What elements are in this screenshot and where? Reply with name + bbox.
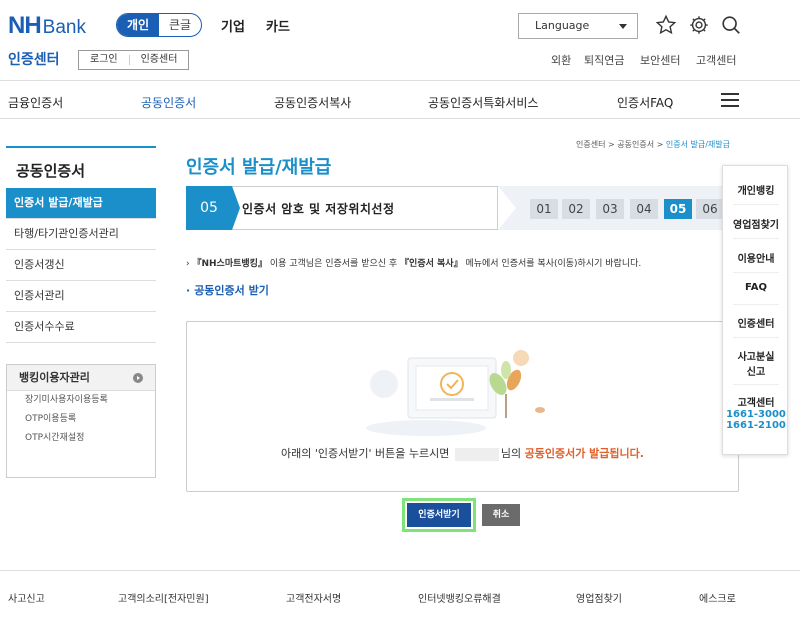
current-step-label: 인증서 암호 및 저장위치선정: [242, 202, 395, 216]
divider: [0, 118, 800, 119]
step-chip: 04: [630, 199, 658, 219]
sidebar-item-other-bank[interactable]: 타행/타기관인증서관리: [6, 219, 156, 250]
quick-faq[interactable]: FAQ: [723, 282, 789, 293]
nav-business[interactable]: 기업: [221, 16, 245, 35]
util-customer[interactable]: 고객센터: [696, 52, 736, 68]
footer-link-branch[interactable]: 영업점찾기: [576, 590, 622, 605]
divider: [733, 337, 779, 338]
step-chip: 02: [562, 199, 590, 219]
cancel-button[interactable]: 취소: [482, 504, 520, 526]
quick-menu: 개인뱅킹 영업점찾기 이용안내 FAQ 인증센터 사고분실 신고 고객센터 16…: [722, 165, 788, 455]
quick-customer-center[interactable]: 고객센터 1661-3000 1661-2100: [723, 394, 789, 431]
notice-text: › 『NH스마트뱅킹』 이용 고객님은 인증서를 받으신 후 『인증서 복사』 …: [186, 259, 642, 269]
box-item-dormant[interactable]: 장기미사용자이용등록: [7, 391, 155, 410]
masked-username: [454, 447, 499, 461]
sidebar-item-manage[interactable]: 인증서관리: [6, 281, 156, 312]
logo-nh: NH: [8, 12, 42, 39]
breadcrumb-current: 인증서 발급/재발급: [665, 140, 730, 149]
mainnav-special-service[interactable]: 공동인증서특화서비스: [428, 94, 538, 111]
box-item-otp-time[interactable]: OTP시간재설정: [7, 429, 155, 448]
phone-2: 1661-2100: [726, 420, 786, 431]
quick-guide[interactable]: 이용안내: [723, 250, 789, 265]
quick-personal-banking[interactable]: 개인뱅킹: [723, 182, 789, 197]
footer-link-esign[interactable]: 고객전자서명: [286, 590, 341, 605]
step-arrow: [232, 186, 240, 230]
nh-bank-logo[interactable]: NH Bank: [8, 12, 86, 39]
step-chip: 01: [530, 199, 558, 219]
search-icon[interactable]: [720, 14, 742, 36]
site-name[interactable]: 인증센터: [8, 49, 60, 69]
language-select[interactable]: Language: [518, 13, 638, 39]
banking-user-box: 뱅킹이용자관리 장기미사용자이용등록 OTP이용등록 OTP시간재설정: [6, 364, 156, 478]
phone-1: 1661-3000: [726, 409, 786, 420]
step-chip: 03: [596, 199, 624, 219]
divider: [733, 238, 779, 239]
divider: [0, 570, 800, 571]
footer-link-escrow[interactable]: 에스크로: [699, 590, 736, 605]
divider: [733, 272, 779, 273]
certificate-illustration-icon: [366, 350, 545, 436]
util-fx[interactable]: 외환: [551, 52, 571, 68]
quick-cert-center[interactable]: 인증센터: [723, 315, 789, 330]
footer-link-voice[interactable]: 고객의소리[전자민원]: [118, 590, 209, 605]
nav-card[interactable]: 카드: [266, 16, 290, 35]
personal-largefont-toggle[interactable]: 개인 큰글: [116, 13, 202, 37]
breadcrumb: 인증센터 > 공동인증서 > 인증서 발급/재발급: [576, 140, 730, 149]
util-pension[interactable]: 퇴직연금: [584, 52, 624, 68]
footer-link-accident[interactable]: 사고신고: [8, 590, 45, 605]
quick-loss-report[interactable]: 사고분실 신고: [723, 348, 789, 378]
step-chip-active: 05: [664, 199, 692, 219]
menu-icon[interactable]: [721, 93, 739, 107]
sidebar-title: 공동인증서: [6, 146, 156, 188]
util-security[interactable]: 보안센터: [640, 52, 680, 68]
box-item-otp-register[interactable]: OTP이용등록: [7, 410, 155, 429]
issue-cert-button[interactable]: 인증서받기: [402, 498, 476, 532]
breadcrumb-item[interactable]: 인증센터: [576, 140, 605, 149]
section-heading: 공동인증서 받기: [186, 282, 269, 298]
banking-user-header[interactable]: 뱅킹이용자관리: [7, 365, 155, 391]
banking-user-title: 뱅킹이용자관리: [19, 371, 90, 384]
sidebar-item-issue[interactable]: 인증서 발급/재발급: [6, 188, 156, 219]
segment-personal[interactable]: 개인: [117, 14, 159, 36]
divider: [733, 384, 779, 385]
divider: [733, 204, 779, 205]
issue-message: 아래의 '인증서받기' 버튼을 누르시면 님의 공동인증서가 발급됩니다.: [281, 447, 644, 461]
mainnav-cert-copy[interactable]: 공동인증서복사: [274, 94, 351, 111]
step-arrow: [498, 186, 516, 230]
logo-bank: Bank: [42, 17, 86, 38]
mainnav-financial-cert[interactable]: 금융인증서: [8, 94, 63, 111]
chevron-down-icon: [619, 24, 627, 29]
divider: [0, 80, 800, 81]
gear-icon[interactable]: [688, 14, 710, 36]
segment-large-font[interactable]: 큰글: [159, 14, 201, 36]
sidebar-item-renew[interactable]: 인증서갱신: [6, 250, 156, 281]
quick-branch-finder[interactable]: 영업점찾기: [723, 216, 789, 231]
sub-buttons: 로그인 인증센터: [78, 50, 190, 70]
step-chip: 06: [696, 199, 724, 219]
footer-link-error[interactable]: 인터넷뱅킹오류해결: [418, 590, 501, 605]
current-step-number: 05: [186, 186, 232, 230]
login-button[interactable]: 로그인: [79, 51, 129, 69]
mainnav-joint-cert[interactable]: 공동인증서: [141, 94, 196, 111]
breadcrumb-item[interactable]: 공동인증서: [617, 140, 654, 149]
language-label: Language: [535, 19, 590, 32]
mainnav-faq[interactable]: 인증서FAQ: [617, 94, 673, 111]
page-title: 인증서 발급/재발급: [186, 157, 332, 178]
chevron-right-icon: [133, 373, 143, 383]
divider: [733, 304, 779, 305]
star-icon[interactable]: [655, 14, 677, 36]
cert-center-button[interactable]: 인증센터: [130, 51, 189, 69]
sidebar-item-fee[interactable]: 인증서수수료: [6, 312, 156, 343]
caret-icon: ›: [186, 259, 190, 269]
